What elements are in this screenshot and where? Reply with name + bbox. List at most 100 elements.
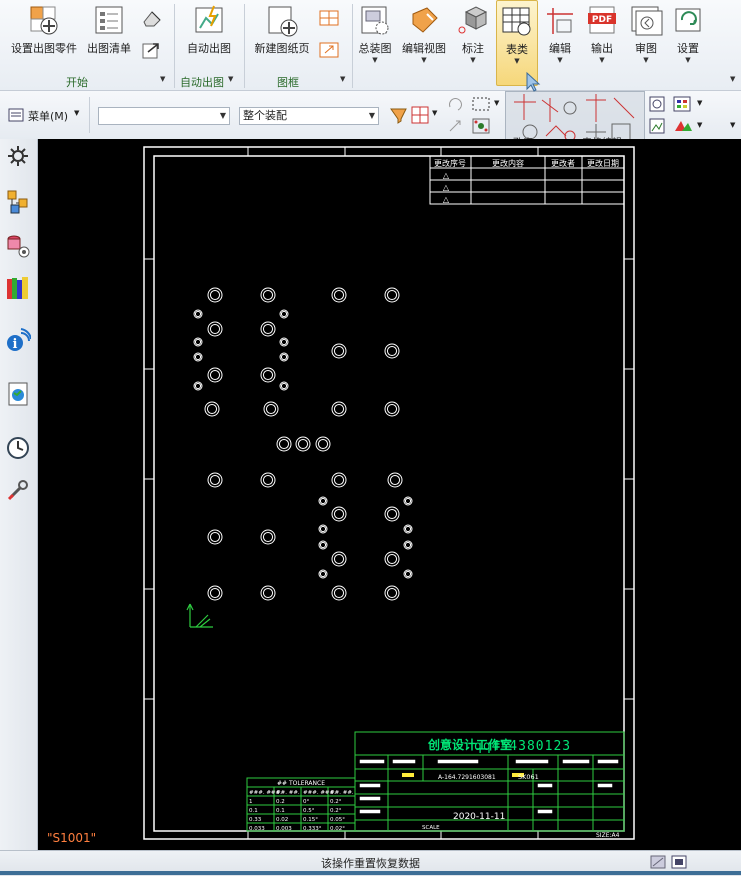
status-fullscreen-icon[interactable] — [670, 854, 688, 870]
tolerance-header: ##. ##. — [330, 790, 354, 796]
hole-inner — [280, 353, 288, 361]
edit-view-button[interactable]: 编辑视图 ▼ — [398, 0, 450, 72]
menu-label: 菜单(M) — [28, 110, 69, 123]
hole-inner — [209, 323, 221, 335]
color-tools-dropdown-icon[interactable]: ▼ — [697, 121, 702, 129]
group-auto-launcher-icon[interactable]: ▼ — [228, 75, 233, 83]
rev-header-no: 更改序号 — [434, 158, 466, 168]
group-start-launcher-icon[interactable]: ▼ — [160, 75, 165, 83]
assembly-scope-combo[interactable]: 整个装配 ▼ — [239, 107, 379, 125]
status-message: 该操作重置恢复数据 — [321, 857, 420, 870]
hole-inner — [262, 289, 274, 301]
edit-icon — [547, 8, 573, 34]
edit-view-label: 编辑视图 — [402, 42, 446, 55]
tables-label: 表类 — [506, 43, 528, 56]
tools-wrench-icon[interactable] — [5, 477, 31, 503]
hole-inner — [317, 438, 329, 450]
snap-grid-icon[interactable] — [410, 105, 430, 125]
assembly-scope-arrow-icon: ▼ — [368, 111, 375, 120]
color-tools-icon[interactable] — [672, 117, 694, 135]
filter-combo[interactable]: ▼ — [98, 107, 230, 125]
hole-inner — [319, 570, 327, 578]
review-button[interactable]: 审图 ▼ — [627, 0, 665, 72]
menu-dropdown-icon: ▼ — [74, 109, 80, 117]
layers-dropdown-icon[interactable]: ▼ — [697, 99, 702, 107]
database-link-icon[interactable] — [5, 233, 31, 259]
tolerance-cell: 0.2° — [330, 808, 342, 814]
auto-drawing-icon — [195, 5, 223, 33]
tolerance-cell: 0.5° — [303, 808, 315, 814]
ribbon: 设置出图零件 出图清单 自动出图 新建图纸页 总装图 ▼ 编辑视图 ▼ 标注 ▼… — [0, 0, 741, 91]
status-grid-icon[interactable] — [649, 854, 667, 870]
group-label-start: 开始 — [66, 76, 88, 89]
frame-resize-icon[interactable] — [318, 40, 340, 60]
rotate-view-icon[interactable] — [446, 95, 464, 113]
svg-text:PDF: PDF — [592, 15, 612, 25]
auto-drawing-button[interactable]: 自动出图 — [180, 0, 238, 72]
ribbon-overflow-icon[interactable]: ▼ — [730, 75, 735, 83]
drawing-canvas[interactable]: 更改序号 更改内容 更改者 更改日期 △ △ △ ###. ###. ##. #… — [38, 139, 741, 850]
rev-header-content: 更改内容 — [492, 158, 524, 168]
menu-button[interactable]: 菜单(M) ▼ — [8, 106, 83, 124]
frame-grid-icon[interactable] — [318, 8, 340, 28]
tolerance-cell: 1 — [249, 799, 253, 805]
rev-row-1: △ — [443, 171, 450, 180]
group-frame-launcher-icon[interactable]: ▼ — [340, 75, 345, 83]
refresh-view-icon[interactable] — [648, 95, 666, 113]
set-part-button[interactable]: 设置出图零件 — [6, 0, 82, 72]
output-button[interactable]: PDF 输出 ▼ — [583, 0, 621, 72]
tolerance-cell: 0.333° — [303, 826, 322, 832]
clock-icon[interactable] — [5, 435, 31, 461]
drawing-list-button[interactable]: 出图清单 — [84, 0, 134, 72]
edit-dropdown-icon: ▼ — [557, 56, 563, 64]
snap-dropdown-icon[interactable]: ▼ — [432, 109, 437, 117]
settings-button[interactable]: 设置 ▼ — [669, 0, 707, 72]
assembly-icon — [361, 6, 389, 35]
settings-label: 设置 — [677, 42, 699, 55]
toolbar-overflow-icon[interactable]: ▼ — [730, 121, 735, 129]
new-sheet-button[interactable]: 新建图纸页 — [250, 0, 314, 72]
hole-inner — [333, 289, 345, 301]
review-dropdown-icon: ▼ — [643, 56, 649, 64]
tolerance-cell: 0.003 — [276, 826, 292, 832]
library-books-icon[interactable] — [5, 275, 31, 301]
edit-button[interactable]: 编辑 ▼ — [542, 0, 578, 72]
annotate-button[interactable]: 标注 ▼ — [455, 0, 491, 72]
sheet-id-label: "S1001" — [47, 831, 97, 845]
hole-inner — [386, 553, 398, 565]
box-select-dropdown-icon[interactable]: ▼ — [494, 99, 499, 107]
assembly-button[interactable]: 总装图 ▼ — [355, 0, 395, 72]
hole-inner — [209, 587, 221, 599]
layers-icon[interactable] — [672, 95, 694, 113]
output-label: 输出 — [591, 42, 613, 55]
tolerance-cell: 0.2 — [276, 799, 285, 805]
origin-icon[interactable] — [446, 117, 464, 135]
set-part-icon — [30, 6, 58, 35]
new-sheet-icon — [268, 6, 298, 37]
left-dock: i — [0, 139, 38, 850]
hole-inner — [333, 403, 345, 415]
gear-icon[interactable] — [5, 143, 31, 169]
sheet-size: SIZE:A4 — [596, 832, 620, 839]
snap-points-icon[interactable] — [470, 117, 492, 135]
assembly-dropdown-icon: ▼ — [372, 56, 378, 64]
annotate-icon — [458, 6, 488, 34]
hole-inner — [386, 587, 398, 599]
tolerance-cell: 0.1 — [276, 808, 285, 814]
set-part-label: 设置出图零件 — [11, 42, 77, 55]
box-select-icon[interactable] — [470, 95, 492, 113]
eraser-icon[interactable] — [140, 8, 162, 28]
select-filter-icon[interactable] — [388, 105, 408, 125]
part-tree-icon[interactable] — [5, 189, 31, 215]
image-view-icon[interactable] — [648, 117, 666, 135]
pdf-icon: PDF — [588, 6, 616, 34]
hole-inner — [319, 541, 327, 549]
web-document-icon[interactable] — [5, 381, 31, 407]
info-broadcast-icon[interactable]: i — [5, 327, 31, 353]
hole-inner — [280, 382, 288, 390]
window-bottom-edge — [0, 871, 741, 875]
hole-inner — [265, 403, 277, 415]
part-number: A-164.7291603081 — [438, 774, 496, 781]
tolerance-cell: 0.02 — [276, 817, 288, 823]
export-arrow-icon[interactable] — [140, 40, 162, 60]
